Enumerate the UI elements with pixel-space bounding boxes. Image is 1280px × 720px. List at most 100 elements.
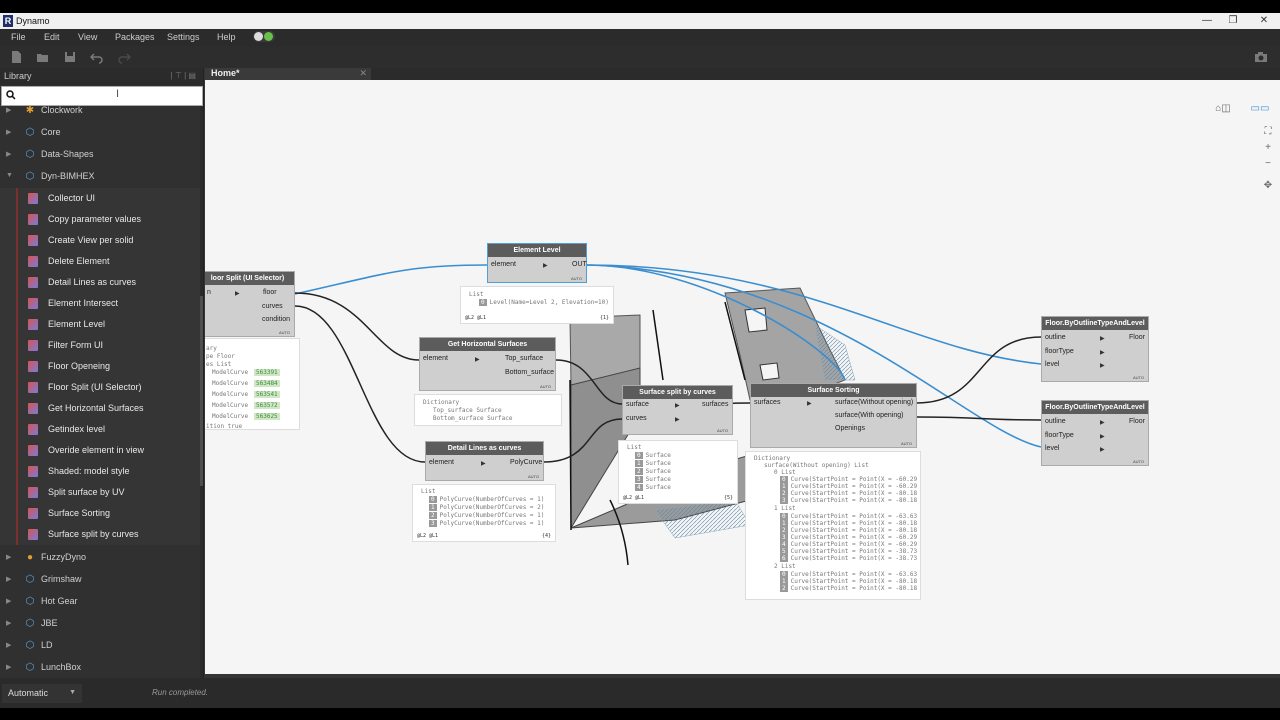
- node-output-port[interactable]: Floor: [1129, 418, 1145, 425]
- category-ld[interactable]: ▶ ⬡ LD: [0, 635, 200, 657]
- node-output-port[interactable]: condition: [262, 316, 290, 323]
- expand-arrow-icon[interactable]: ▶: [6, 619, 11, 627]
- undo-icon[interactable]: [90, 50, 104, 64]
- minimize-button[interactable]: —: [1197, 14, 1217, 28]
- expand-arrow-icon[interactable]: ▶: [6, 663, 11, 671]
- node-floor-by-outline-type-and-level[interactable]: Floor.ByOutlineTypeAndLevel outline floo…: [1041, 400, 1149, 466]
- collapse-arrow-icon[interactable]: ▼: [6, 172, 13, 179]
- scrollbar-thumb[interactable]: [200, 296, 203, 486]
- node-output-port[interactable]: OUT: [572, 261, 587, 268]
- tab-home[interactable]: Home* ✕: [205, 68, 371, 80]
- notification-toggle[interactable]: [253, 31, 275, 42]
- expand-arrow-icon[interactable]: ▶: [6, 553, 11, 561]
- preview-element-level[interactable]: List 0 Level(Name=Level 2, Elevation=10) …: [460, 286, 614, 324]
- node-input-port[interactable]: outline: [1045, 334, 1066, 341]
- node-output-port[interactable]: surface(Without opening): [835, 399, 913, 406]
- expand-arrow-icon[interactable]: ▶: [6, 150, 11, 158]
- library-item-overide-element-in-view[interactable]: Overide element in view: [0, 440, 200, 461]
- wire[interactable]: [294, 264, 488, 295]
- node-output-port[interactable]: floor: [263, 289, 277, 296]
- node-input-port[interactable]: curves: [626, 415, 647, 422]
- expand-arrow-icon[interactable]: ▶: [6, 106, 11, 114]
- node-input-port[interactable]: level: [1045, 445, 1059, 452]
- graph-view-toggle-icon[interactable]: ▭▭: [1245, 102, 1275, 116]
- expand-arrow-icon[interactable]: ▶: [6, 597, 11, 605]
- library-item-get-horizontal-surfaces[interactable]: Get Horizontal Surfaces: [0, 398, 200, 419]
- library-scrollbar[interactable]: [200, 106, 203, 678]
- category-clockwork[interactable]: ▶ ✱ Clockwork: [0, 106, 200, 122]
- wire[interactable]: [294, 292, 420, 361]
- preview-surface-split[interactable]: List 0 Surface 1 Surface 2 Surface 3 Surface…: [618, 440, 738, 504]
- library-item-shaded-model-style[interactable]: Shaded: model style: [0, 461, 200, 482]
- preview-surface-sorting[interactable]: Dictionary surface(Without opening) List…: [745, 451, 921, 600]
- element-id[interactable]: 563625: [254, 413, 280, 420]
- category-grimshaw[interactable]: ▶ ⬡ Grimshaw: [0, 569, 200, 591]
- menu-settings[interactable]: Settings: [167, 32, 200, 42]
- geometry-view-toggle-icon[interactable]: ⌂◫: [1209, 102, 1237, 116]
- save-icon[interactable]: [63, 50, 77, 64]
- node-input-port[interactable]: surfaces: [754, 399, 780, 406]
- library-item-element-level[interactable]: Element Level: [0, 314, 200, 335]
- expand-arrow-icon[interactable]: ▶: [6, 641, 11, 649]
- node-output-port[interactable]: PolyCurve: [510, 459, 542, 466]
- node-output-port[interactable]: Openings: [835, 425, 865, 432]
- menu-view[interactable]: View: [78, 32, 97, 42]
- preview-detail-lines[interactable]: List 0 PolyCurve(NumberOfCurves = 1) 1 Pol…: [412, 484, 556, 542]
- element-id[interactable]: 563541: [254, 391, 280, 398]
- element-id[interactable]: 563391: [254, 369, 280, 376]
- open-icon[interactable]: [36, 50, 50, 64]
- category-hot-gear[interactable]: ▶ ⬡ Hot Gear: [0, 591, 200, 613]
- preview-get-horizontal[interactable]: Dictionary Top_surface Surface Bottom_su…: [414, 394, 562, 426]
- library-item-getindex-level[interactable]: Getindex level: [0, 419, 200, 440]
- menu-file[interactable]: File: [11, 32, 26, 42]
- node-get-horizontal-surfaces[interactable]: Get Horizontal Surfaces element ▶ Top_su…: [419, 337, 556, 391]
- library-item-floor-split-ui-selector[interactable]: Floor Split (UI Selector): [0, 377, 200, 398]
- node-input-port[interactable]: element: [429, 459, 454, 466]
- redo-icon[interactable]: [117, 50, 131, 64]
- category-fuzzydyno[interactable]: ▶ ● FuzzyDyno: [0, 547, 200, 569]
- run-mode-dropdown[interactable]: Automatic ▼: [2, 684, 82, 703]
- node-output-port[interactable]: Bottom_surface: [505, 369, 554, 376]
- node-surface-split-by-curves[interactable]: Surface split by curves surface curves ▶…: [622, 385, 733, 435]
- camera-icon[interactable]: [1254, 50, 1268, 64]
- maximize-button[interactable]: ❐: [1223, 14, 1243, 28]
- library-item-element-intersect[interactable]: Element Intersect: [0, 293, 200, 314]
- wire[interactable]: [294, 305, 426, 463]
- category-core[interactable]: ▶ ⬡ Core: [0, 122, 200, 144]
- node-output-port[interactable]: Top_surface: [505, 355, 543, 362]
- menu-edit[interactable]: Edit: [44, 32, 60, 42]
- node-input-port[interactable]: floorType: [1045, 348, 1074, 355]
- node-input-port[interactable]: surface: [626, 401, 649, 408]
- library-item-split-surface-by-uv[interactable]: Split surface by UV: [0, 482, 200, 503]
- close-button[interactable]: ✕: [1254, 14, 1274, 28]
- category-dyn-bimhex[interactable]: ▼ ⬡ Dyn-BIMHEX: [0, 166, 200, 188]
- element-id[interactable]: 563484: [254, 380, 280, 387]
- node-detail-lines-as-curves[interactable]: Detail Lines as curves element ▶ PolyCur…: [425, 441, 544, 481]
- library-item-create-view-per-solid[interactable]: Create View per solid: [0, 230, 200, 251]
- library-header-icons[interactable]: | ⊤ | ▤: [171, 71, 196, 80]
- library-item-surface-split-by-curves[interactable]: Surface split by curves: [0, 524, 200, 545]
- library-item-copy-parameter-values[interactable]: Copy parameter values: [0, 209, 200, 230]
- node-input-port[interactable]: element: [423, 355, 448, 362]
- expand-arrow-icon[interactable]: ▶: [6, 128, 11, 136]
- new-file-icon[interactable]: [9, 50, 23, 64]
- node-input-port[interactable]: outline: [1045, 418, 1066, 425]
- library-item-floor-openeing[interactable]: Floor Openeing: [0, 356, 200, 377]
- node-input-port[interactable]: element: [491, 261, 516, 268]
- zoom-in-icon[interactable]: +: [1261, 141, 1275, 155]
- node-floor-split-ui-selector[interactable]: loor Split (UI Selector) n ▶ floor curve…: [205, 271, 295, 337]
- node-input-port[interactable]: level: [1045, 361, 1059, 368]
- expand-arrow-icon[interactable]: ▶: [6, 575, 11, 583]
- zoom-out-icon[interactable]: −: [1261, 157, 1275, 171]
- node-output-port[interactable]: surface(With opening): [835, 412, 903, 419]
- pan-icon[interactable]: ✥: [1261, 179, 1275, 193]
- library-item-detail-lines-as-curves[interactable]: Detail Lines as curves: [0, 272, 200, 293]
- node-input-port[interactable]: n: [207, 289, 211, 296]
- menu-help[interactable]: Help: [217, 32, 236, 42]
- zoom-to-fit-icon[interactable]: ⛶: [1261, 125, 1275, 139]
- category-data-shapes[interactable]: ▶ ⬡ Data-Shapes: [0, 144, 200, 166]
- graph-canvas[interactable]: loor Split (UI Selector) n ▶ floor curve…: [205, 80, 1280, 674]
- library-item-surface-sorting[interactable]: Surface Sorting: [0, 503, 200, 524]
- preview-floor-split[interactable]: ary pe Floor es List ModelCurve ModelCur…: [205, 338, 300, 430]
- element-id[interactable]: 563572: [254, 402, 280, 409]
